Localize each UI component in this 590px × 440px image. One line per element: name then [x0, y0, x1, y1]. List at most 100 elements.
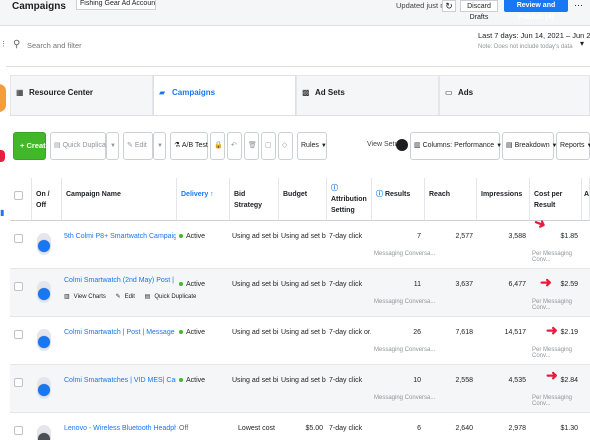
refresh-button[interactable]: ↻	[442, 0, 456, 12]
duplicate-icon: ▤	[54, 142, 63, 149]
rules-button[interactable]: Rules ▼	[297, 132, 327, 160]
left-rail: ⋮ ▮	[0, 26, 7, 440]
date-range[interactable]: Last 7 days: Jun 14, 2021 – Jun 20, 2021	[478, 31, 590, 40]
col-reach[interactable]: Reach	[425, 178, 477, 221]
chevron-down-icon: ▼	[320, 143, 327, 149]
row-checkbox[interactable]	[14, 330, 23, 339]
tab-ad-sets[interactable]: ▩ Ad Sets	[296, 75, 439, 115]
chevron-down-icon[interactable]: ▾	[580, 39, 584, 48]
toggle-knob	[38, 433, 50, 440]
campaign-toggle[interactable]	[37, 329, 51, 351]
campaigns-table: On / Off Campaign Name Delivery ↑ Bid St…	[10, 178, 590, 440]
results: 11	[413, 281, 421, 288]
create-button[interactable]: + Create	[13, 132, 50, 160]
toggle-knob	[38, 384, 50, 396]
view-setup-toggle[interactable]	[396, 139, 408, 151]
info-icon: ⓘ	[331, 185, 338, 192]
reach: 2,640	[455, 425, 473, 432]
view-charts-link[interactable]: ▥ View Charts	[64, 294, 110, 300]
col-bid-strategy[interactable]: Bid Strategy	[230, 178, 279, 221]
search-input[interactable]	[27, 38, 227, 52]
col-extra[interactable]: A	[582, 178, 590, 221]
campaign-nav-icon[interactable]: ▮	[0, 208, 4, 222]
row-checkbox[interactable]	[14, 426, 23, 435]
pencil-icon: ✎	[127, 142, 135, 149]
impressions: 6,477	[508, 281, 526, 288]
tab-campaigns[interactable]: ▰ Campaigns	[153, 75, 296, 116]
bid-strategy: Lowest cost	[238, 425, 275, 432]
lock-icon[interactable]: 🔒	[210, 132, 225, 160]
col-campaign-name[interactable]: Campaign Name	[62, 178, 177, 221]
flask-icon: ⚗	[174, 142, 182, 149]
toggle-knob	[38, 336, 50, 348]
cost-per-result: $1.30	[560, 425, 578, 432]
campaign-name-link[interactable]: 5th Colmi P8+ Smartwatch Campaign	[64, 221, 176, 269]
campaign-name-link[interactable]: Colmi Smartwatches | VID MES| Campaign I…	[64, 365, 176, 413]
quick-duplicate-button[interactable]: ▤ Quick Duplicate	[50, 132, 112, 160]
campaign-toggle[interactable]	[37, 281, 51, 303]
breakdown-button[interactable]: ▤ Breakdown ▼	[502, 132, 558, 160]
edit-link[interactable]: ✎ Edit	[116, 294, 139, 300]
col-delivery[interactable]: Delivery ↑	[177, 178, 230, 221]
col-onoff[interactable]: On / Off	[32, 178, 62, 221]
attribution: 7-day click	[329, 425, 363, 432]
table-row[interactable]: Colmi Smartwatch (2nd May) Post | Messag…	[10, 269, 590, 317]
tab-ads[interactable]: ▭ Ads	[439, 75, 590, 115]
row-checkbox[interactable]	[14, 234, 23, 243]
reports-button[interactable]: Reports ▼	[556, 132, 590, 160]
table-row[interactable]: 5th Colmi P8+ Smartwatch Campaign Active…	[10, 214, 590, 269]
status-dot-icon	[179, 282, 183, 287]
impressions: 4,535	[508, 377, 526, 384]
table-row[interactable]: Colmi Smartwatch | Post | Message Campai…	[10, 317, 590, 365]
page-title: Campaigns	[12, 1, 66, 12]
duplicate-dropdown[interactable]: ▼	[106, 132, 119, 160]
cpr-sub: Per Messaging Conv...	[532, 299, 573, 311]
reach: 2,558	[455, 377, 473, 384]
campaign-name-link[interactable]: Lenovo - Wireless Bluetooth Headphones I…	[64, 413, 176, 440]
adsets-icon: ▩	[302, 88, 310, 97]
budget: Using ad set bu...	[281, 281, 326, 288]
account-selector[interactable]: Fishing Gear Ad Account (2908229...)	[76, 0, 156, 10]
col-results[interactable]: ⓘ Results	[372, 178, 425, 221]
edit-button[interactable]: ✎ Edit	[123, 132, 153, 160]
chart-icon: ▥	[64, 294, 70, 300]
campaign-toggle[interactable]	[37, 377, 51, 399]
row-checkbox[interactable]	[14, 378, 23, 387]
results: 7	[417, 233, 421, 240]
avatar[interactable]	[0, 84, 6, 112]
columns-button[interactable]: ▥ Columns: Performance ▼	[410, 132, 502, 160]
attribution: 7-day click	[329, 281, 363, 288]
top-bar: Campaigns Fishing Gear Ad Account (29082…	[0, 0, 590, 26]
comment-icon[interactable]: ▢	[261, 132, 276, 160]
row-checkbox[interactable]	[14, 282, 23, 291]
results: 26	[413, 329, 421, 336]
campaign-name-link[interactable]: Colmi Smartwatch | Post | Message Campai…	[64, 317, 176, 365]
tag-icon[interactable]: ◇	[278, 132, 293, 160]
attribution: 7-day click or...	[329, 329, 371, 336]
search-icon: ⚲	[13, 39, 21, 50]
results: 10	[413, 377, 421, 384]
select-all-checkbox[interactable]	[14, 191, 23, 200]
reach: 2,577	[455, 233, 473, 240]
tab-resource-center[interactable]: ▦ Resource Center	[10, 75, 153, 115]
col-budget[interactable]: Budget	[279, 178, 327, 221]
more-icon[interactable]: ⋯	[574, 0, 583, 11]
ab-test-button[interactable]: ⚗ A/B Test	[170, 132, 208, 160]
select-all-header	[10, 178, 32, 221]
col-attribution[interactable]: ⓘ Attribution Setting	[327, 178, 372, 221]
delete-icon[interactable]: 🗑	[244, 132, 259, 160]
delivery-status: Active	[179, 221, 229, 269]
review-publish-button[interactable]: Review and Publish (4)	[504, 0, 568, 21]
info-icon: ⓘ	[376, 191, 385, 198]
table-row[interactable]: Colmi Smartwatches | VID MES| Campaign I…	[10, 365, 590, 413]
undo-icon[interactable]: ↶	[227, 132, 242, 160]
chevron-down-icon: ▼	[110, 143, 116, 149]
col-impressions[interactable]: Impressions	[477, 178, 530, 221]
impressions: 3,588	[508, 233, 526, 240]
edit-dropdown[interactable]: ▼	[153, 132, 166, 160]
campaign-toggle[interactable]	[37, 233, 51, 255]
campaign-toggle[interactable]	[37, 425, 51, 440]
discard-drafts-button[interactable]: Discard Drafts	[460, 0, 498, 21]
ad-icon: ▭	[445, 88, 453, 97]
table-row[interactable]: Lenovo - Wireless Bluetooth Headphones I…	[10, 413, 590, 440]
